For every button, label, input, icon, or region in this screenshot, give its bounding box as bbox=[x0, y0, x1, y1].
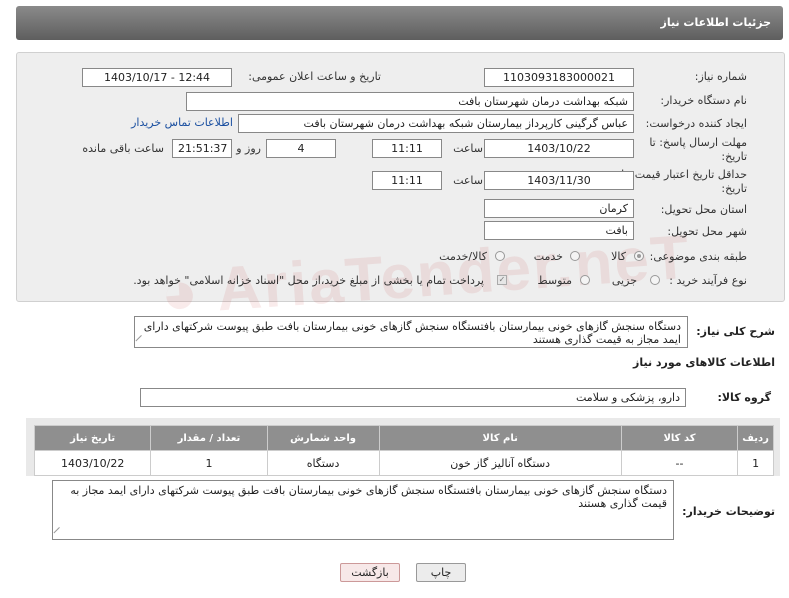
cell-item-code: -- bbox=[620, 450, 739, 476]
creator-field: عباس گرگینی کارپرداز بیمارستان شبکه بهدا… bbox=[238, 114, 634, 133]
deadline-label: مهلت ارسال پاسخ: تا تاریخ: bbox=[649, 136, 747, 163]
col-quantity: تعداد / مقدار bbox=[150, 425, 268, 451]
validity-time-label: ساعت bbox=[453, 174, 483, 187]
resize-handle-icon[interactable] bbox=[135, 334, 148, 347]
process-option-minor: جزیی bbox=[611, 274, 637, 287]
buyer-notes-text: دستگاه سنجش گازهای خونی بیمارستان بافتست… bbox=[70, 484, 667, 510]
col-need-date: تاریخ نیاز bbox=[33, 425, 152, 451]
category-radio-service[interactable] bbox=[570, 251, 580, 261]
category-radio-goods[interactable] bbox=[634, 251, 644, 261]
validity-time-field: 11:11 bbox=[372, 171, 442, 190]
summary-textarea: دستگاه سنجش گازهای خونی بیمارستان بافتست… bbox=[134, 316, 688, 348]
payment-checkbox[interactable]: ✓ bbox=[497, 275, 507, 285]
payment-note: پرداخت تمام یا بخشی از مبلغ خرید،از محل … bbox=[133, 274, 484, 287]
category-option-goods-service: کالا/خدمت bbox=[439, 250, 487, 263]
category-option-goods: کالا bbox=[611, 250, 626, 263]
items-table: ردیف کد کالا نام کالا واحد شمارش تعداد /… bbox=[33, 425, 774, 476]
process-option-medium: متوسط bbox=[537, 274, 572, 287]
goods-info-title: اطلاعات کالاهای مورد نیاز bbox=[633, 356, 775, 369]
back-button[interactable]: بازگشت bbox=[340, 563, 400, 582]
col-item-code: کد کالا bbox=[620, 425, 739, 451]
deadline-date-field: 1403/10/22 bbox=[484, 139, 634, 158]
province-label: استان محل تحویل: bbox=[660, 203, 747, 216]
contact-info-link[interactable]: اطلاعات تماس خریدار bbox=[131, 116, 233, 129]
process-radio-minor[interactable] bbox=[650, 275, 660, 285]
announce-field: 1403/10/17 - 12:44 bbox=[82, 68, 232, 87]
resize-handle-icon[interactable] bbox=[53, 526, 66, 539]
page-header: جزئیات اطلاعات نیاز bbox=[16, 6, 783, 40]
cell-unit: دستگاه bbox=[266, 450, 380, 476]
col-item-name: نام کالا bbox=[378, 425, 622, 451]
col-unit: واحد شمارش bbox=[266, 425, 380, 451]
need-number-label: شماره نیاز: bbox=[694, 70, 747, 83]
remaining-time-field: 21:51:37 bbox=[172, 139, 232, 158]
goods-group-field: دارو، پزشکی و سلامت bbox=[140, 388, 686, 407]
creator-label: ایجاد کننده درخواست: bbox=[645, 117, 747, 130]
cell-quantity: 1 bbox=[150, 450, 268, 476]
items-table-header: ردیف کد کالا نام کالا واحد شمارش تعداد /… bbox=[33, 425, 774, 451]
days-remaining-field: 4 bbox=[266, 139, 336, 158]
buyer-notes-label: توضیحات خریدار: bbox=[682, 505, 775, 518]
deadline-time-label: ساعت bbox=[453, 142, 483, 155]
col-row-number: ردیف bbox=[737, 425, 774, 451]
deadline-time-field: 11:11 bbox=[372, 139, 442, 158]
category-radio-goods-service[interactable] bbox=[495, 251, 505, 261]
city-label: شهر محل تحویل: bbox=[667, 225, 747, 238]
buyer-org-field: شبکه بهداشت درمان شهرستان بافت bbox=[186, 92, 634, 111]
category-option-service: خدمت bbox=[533, 250, 563, 263]
need-number-field: 1103093183000021 bbox=[484, 68, 634, 87]
cell-row-number: 1 bbox=[737, 450, 774, 476]
process-radio-medium[interactable] bbox=[580, 275, 590, 285]
remaining-label: ساعت باقی مانده bbox=[82, 142, 164, 155]
cell-item-name: دستگاه آنالیز گاز خون bbox=[378, 450, 622, 476]
buyer-notes-textarea: دستگاه سنجش گازهای خونی بیمارستان بافتست… bbox=[52, 480, 674, 540]
announce-label: تاریخ و ساعت اعلان عمومی: bbox=[248, 70, 381, 83]
process-label: نوع فرآیند خرید : bbox=[669, 274, 747, 287]
validity-label: حداقل تاریخ اعتبار قیمت: تا تاریخ: bbox=[621, 168, 747, 195]
category-label: طبقه بندی موضوعی: bbox=[649, 250, 747, 263]
goods-group-label: گروه کالا: bbox=[717, 391, 771, 404]
summary-label: شرح کلی نیاز: bbox=[696, 325, 775, 338]
cell-need-date: 1403/10/22 bbox=[33, 450, 152, 476]
buyer-org-label: نام دستگاه خریدار: bbox=[660, 94, 747, 107]
province-field: کرمان bbox=[484, 199, 634, 218]
validity-date-field: 1403/11/30 bbox=[484, 171, 634, 190]
page-title: جزئیات اطلاعات نیاز bbox=[660, 16, 772, 29]
summary-text: دستگاه سنجش گازهای خونی بیمارستان بافتست… bbox=[143, 320, 681, 346]
city-field: بافت bbox=[484, 221, 634, 240]
print-button[interactable]: چاپ bbox=[416, 563, 466, 582]
table-row: 1 -- دستگاه آنالیز گاز خون دستگاه 1 1403… bbox=[33, 450, 774, 476]
days-label: روز و bbox=[236, 142, 261, 155]
